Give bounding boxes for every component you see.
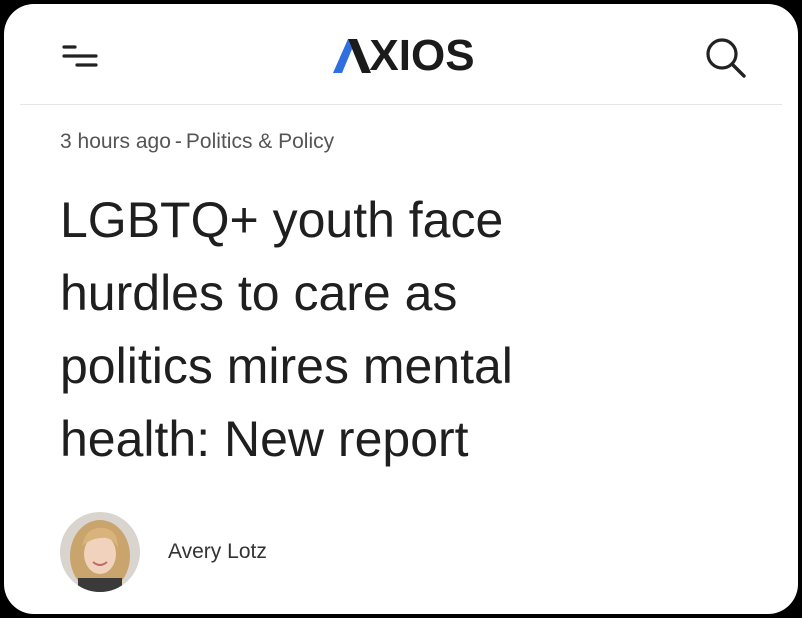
axios-logo[interactable]: XIOS	[324, 30, 484, 82]
article-meta: 3 hours ago - Politics & Policy	[60, 128, 334, 156]
author-byline[interactable]: Avery Lotz	[60, 512, 267, 592]
article-card: XIOS 3 hours ago - Politics & Policy LGBTQ…	[4, 4, 798, 614]
menu-icon	[62, 45, 98, 67]
author-avatar-image	[60, 512, 140, 592]
axios-logo-text: XIOS	[369, 31, 475, 80]
headline-line-3: politics mires mental	[60, 338, 513, 394]
article-timestamp: 3 hours ago	[60, 130, 171, 153]
author-name[interactable]: Avery Lotz	[168, 540, 267, 564]
meta-separator: -	[174, 130, 182, 153]
menu-button[interactable]	[60, 38, 100, 74]
author-avatar[interactable]	[60, 512, 140, 592]
axios-logo-a-mark	[333, 39, 372, 73]
header-divider	[20, 104, 782, 105]
article-headline: LGBTQ+ youth face hurdles to care as pol…	[60, 184, 760, 476]
top-navigation-bar: XIOS	[4, 4, 798, 104]
headline-line-2: hurdles to care as	[60, 265, 458, 321]
search-button[interactable]	[702, 34, 750, 82]
search-icon	[706, 38, 746, 78]
headline-line-4: health: New report	[60, 411, 469, 467]
headline-line-1: LGBTQ+ youth face	[60, 192, 504, 248]
section-link[interactable]: Politics & Policy	[186, 130, 334, 153]
axios-logo-wordmark: XIOS	[333, 31, 475, 80]
